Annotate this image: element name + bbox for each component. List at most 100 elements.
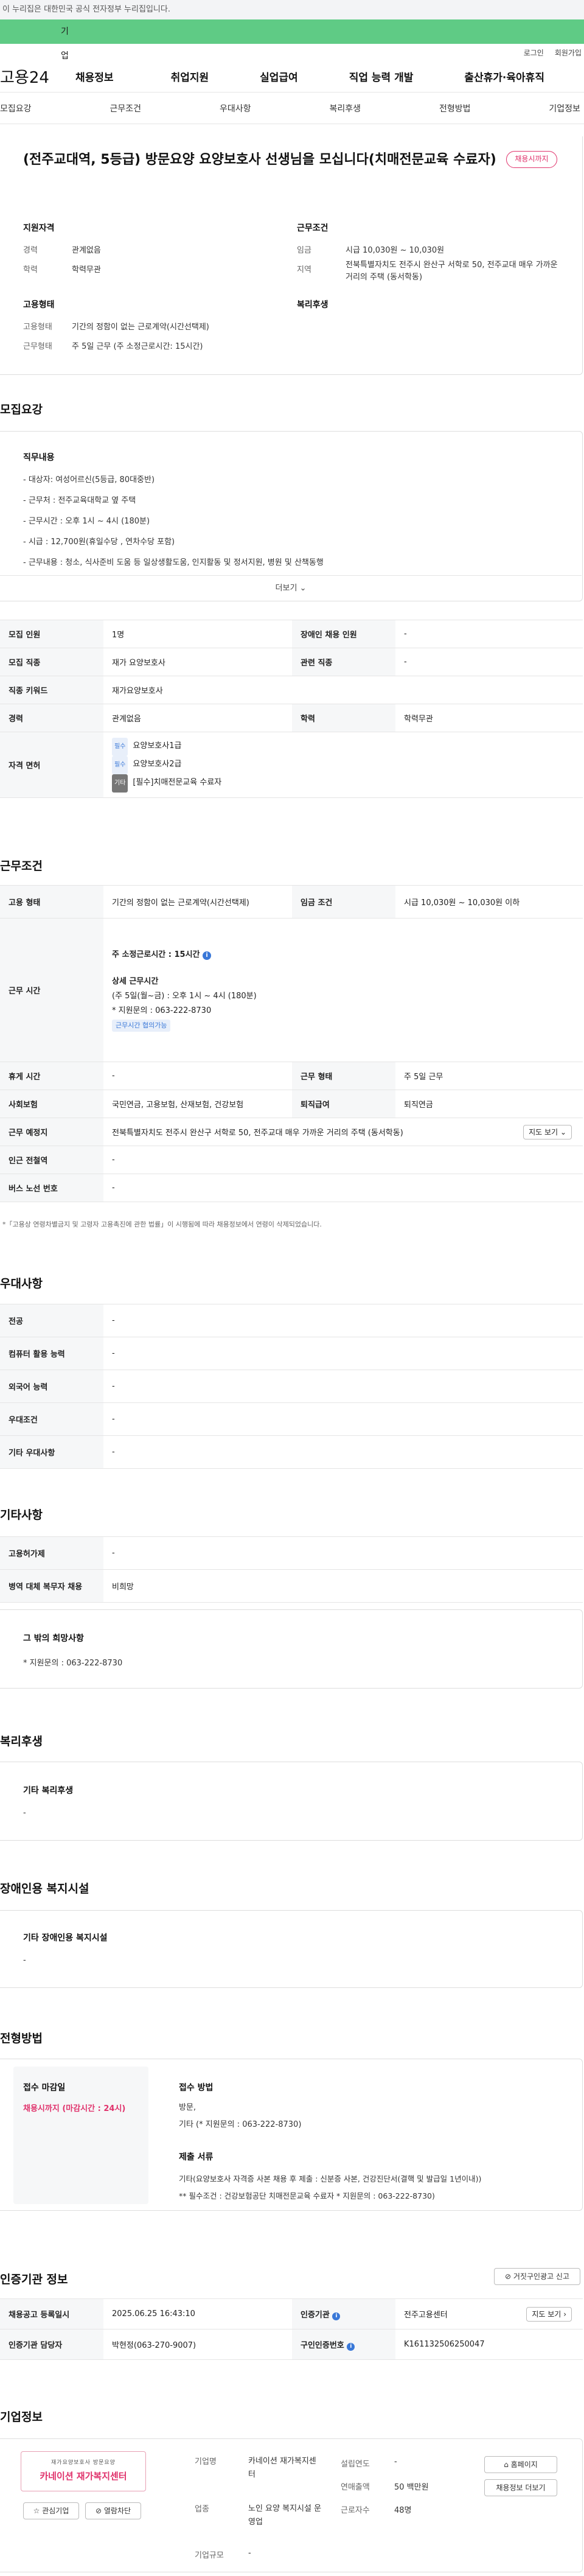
- deadline-title: 접수 마감일: [23, 2083, 66, 2093]
- tab-personal[interactable]: 개인: [0, 19, 10, 44]
- form-value: 주 5일 근무: [395, 1062, 583, 1090]
- agency-label: 인증기관 i: [292, 2298, 395, 2329]
- agency-map-button[interactable]: 지도 보기 ›: [526, 2307, 572, 2322]
- wage-value: 시급 10,030원 ~ 10,030원: [346, 246, 445, 255]
- signup-link[interactable]: 회원가입: [555, 47, 582, 58]
- career-value: 관계없음: [72, 246, 101, 255]
- report-icon: ⊘: [504, 2272, 512, 2281]
- recruit-title: 모집요강: [0, 403, 43, 416]
- age-notice: *「고용상 연령차별금지 및 고령자 고용촉진에 관한 법률」이 시행됨에 따라…: [2, 1220, 322, 1228]
- more-jobs-label: 채용정보 더보기: [496, 2483, 546, 2492]
- license-label: 자격 면허: [0, 732, 103, 798]
- keyword-label: 직종 키워드: [0, 676, 103, 704]
- deadline-value: 채용시까지 (마감시간 : 24시): [23, 2104, 126, 2113]
- subnav-company[interactable]: 기업정보: [549, 102, 580, 114]
- detail-title: 상세 근무시간: [112, 976, 159, 986]
- job-value: 재가 요양보호사: [103, 648, 292, 676]
- emp-value: 기간의 정함이 없는 근로계약(시간선택제): [103, 885, 292, 919]
- report-ad-label: 거짓구인광고 신고: [513, 2272, 570, 2281]
- army-label: 병역 대체 복무자 채용: [0, 1569, 103, 1603]
- nav-jobs[interactable]: 채용정보: [75, 69, 114, 84]
- gov-banner: 이 누리집은 대한민국 공식 전자정부 누리집입니다.: [0, 0, 584, 19]
- count-label: 모집 인원: [0, 620, 103, 648]
- summary-card: (전주교대역, 5등급) 방문요양 요양보호사 선생님을 모십니다(치매전문교육…: [0, 136, 583, 375]
- welfare-box-title: 기타 복리후생: [23, 1786, 74, 1796]
- weekly-hours: 주 소정근로시간 : 15시간 i: [112, 948, 574, 962]
- license-item: 필수 요양보호사2급: [112, 755, 574, 774]
- license-tag: 기타: [112, 774, 128, 793]
- company-name-label: 기업명: [195, 2457, 217, 2466]
- license-name: 요양보호사1급: [133, 741, 182, 751]
- top-links: 로그인 회원가입: [0, 44, 584, 61]
- report-ad-button[interactable]: ⊘ 거짓구인광고 신고: [494, 2268, 580, 2285]
- tab-company[interactable]: 기업: [10, 19, 71, 61]
- count-value: 1명: [103, 620, 292, 648]
- reg-value: 2025.06.25 16:43:10: [103, 2298, 292, 2329]
- subnav-prefer[interactable]: 우대사항: [220, 102, 251, 114]
- table-row: 버스 노선 번호 -: [0, 1174, 583, 1202]
- table-row: 사회보험 국민연금, 고용보험, 산재보험, 건강보험 퇴직급여 퇴직연금: [0, 1090, 583, 1118]
- bus-value: -: [103, 1174, 583, 1202]
- welfare-box-value: -: [23, 1808, 26, 1818]
- scale-value: -: [248, 2549, 251, 2558]
- wage-label: 임금: [297, 246, 311, 255]
- prefer-table: 전공 - 컴퓨터 활용 능력 - 외국어 능력 - 우대조건 - 기타 우대사항 -: [0, 1304, 583, 1469]
- table-row: 외국어 능력 -: [0, 1370, 583, 1403]
- site-logo[interactable]: 고용24: [0, 65, 67, 88]
- time-detail: 주 소정근로시간 : 15시간 i 상세 근무시간 (주 5일(월~금) : 오…: [103, 918, 583, 1062]
- nav-training[interactable]: 직업 능력 개발: [349, 69, 414, 84]
- emp-label: 고용 형태: [0, 885, 103, 919]
- career-value: 관계없음: [103, 704, 292, 732]
- agency-map-label: 지도 보기: [532, 2310, 561, 2319]
- prefer-value: -: [103, 1370, 583, 1403]
- detail-line: * 지원문의 : 063-222-8730: [112, 1006, 212, 1015]
- table-row: 모집 인원 1명 장애인 채용 인원 -: [0, 620, 583, 648]
- map-button[interactable]: 지도 보기 ⌄: [523, 1125, 572, 1139]
- nav-unemployment[interactable]: 실업급여: [260, 69, 298, 84]
- license-item: 기타 [필수]치매전문교육 수료자: [112, 774, 574, 793]
- id-label-text: 구인인증번호: [301, 2340, 344, 2350]
- info-icon[interactable]: i: [347, 2342, 355, 2351]
- welfare-section-title: 복리후생: [0, 1735, 43, 1748]
- time-label: 근무 시간: [0, 918, 103, 1062]
- chevron-down-icon: ⌄: [299, 584, 307, 593]
- agency-label-text: 인증기관: [301, 2310, 330, 2320]
- subnav-method[interactable]: 전형방법: [439, 102, 471, 114]
- homepage-label: 홈페이지: [510, 2460, 538, 2469]
- info-icon[interactable]: i: [203, 951, 212, 960]
- keyword-value: 재가요양보호사: [103, 676, 583, 704]
- sales-label: 연매출액: [341, 2483, 370, 2492]
- rest-label: 휴게 시간: [0, 1062, 103, 1090]
- homepage-button[interactable]: ⌂ 홈페이지: [484, 2456, 557, 2473]
- subnav-welfare[interactable]: 복리후생: [329, 102, 361, 114]
- etc-table: 고용허가제 - 병역 대체 복무자 채용 비희망: [0, 1536, 583, 1603]
- emp-title: 고용형태: [23, 300, 55, 310]
- subnav-work[interactable]: 근무조건: [109, 102, 141, 114]
- duty-line: - 시급 : 12,700원(휴일수당 , 연차수당 포함): [23, 537, 175, 547]
- star-icon: ☆: [33, 2507, 40, 2515]
- year-label: 설립연도: [341, 2460, 370, 2469]
- disabled-label: 장애인 채용 인원: [292, 620, 395, 648]
- job-title: (전주교대역, 5등급) 방문요양 요양보호사 선생님을 모십니다(치매전문교육…: [23, 152, 496, 167]
- favorite-company-button[interactable]: ☆ 관심기업: [23, 2502, 79, 2519]
- nav-parental-leave[interactable]: 출산휴가·육아휴직: [464, 69, 544, 84]
- nav-employment-support[interactable]: 취업지원: [171, 69, 209, 84]
- duty-line: - 대상자: 여성어르신(5등급, 80대중반): [23, 475, 155, 485]
- career-label: 경력: [0, 704, 103, 732]
- weekly-hours-text: 주 소정근로시간 : 15시간: [112, 950, 200, 959]
- login-link[interactable]: 로그인: [524, 47, 544, 58]
- prefer-label: 우대조건: [0, 1402, 103, 1436]
- agency-value: 전주고용센터: [404, 2311, 448, 2320]
- duty-box: 직무내용 - 대상자: 여성어르신(5등급, 80대중반) - 근무처 : 전주…: [0, 431, 583, 601]
- other-title: 그 밖의 희망사항: [23, 1634, 84, 1643]
- apply-line: 방문,: [179, 2103, 196, 2112]
- retire-label: 퇴직급여: [292, 1090, 395, 1118]
- subnav-recruit[interactable]: 모집요강: [0, 102, 32, 114]
- block-view-button[interactable]: ⊘ 열람차단: [85, 2502, 141, 2519]
- more-button[interactable]: 더보기 ⌄: [0, 575, 582, 601]
- info-icon[interactable]: i: [332, 2312, 341, 2320]
- reg-label: 채용공고 등록일시: [0, 2298, 103, 2329]
- more-jobs-button[interactable]: 채용정보 더보기: [484, 2479, 557, 2496]
- table-row: 기타 우대사항 -: [0, 1435, 583, 1469]
- disabled-box-title: 기타 장애인용 복지시설: [23, 1933, 108, 1943]
